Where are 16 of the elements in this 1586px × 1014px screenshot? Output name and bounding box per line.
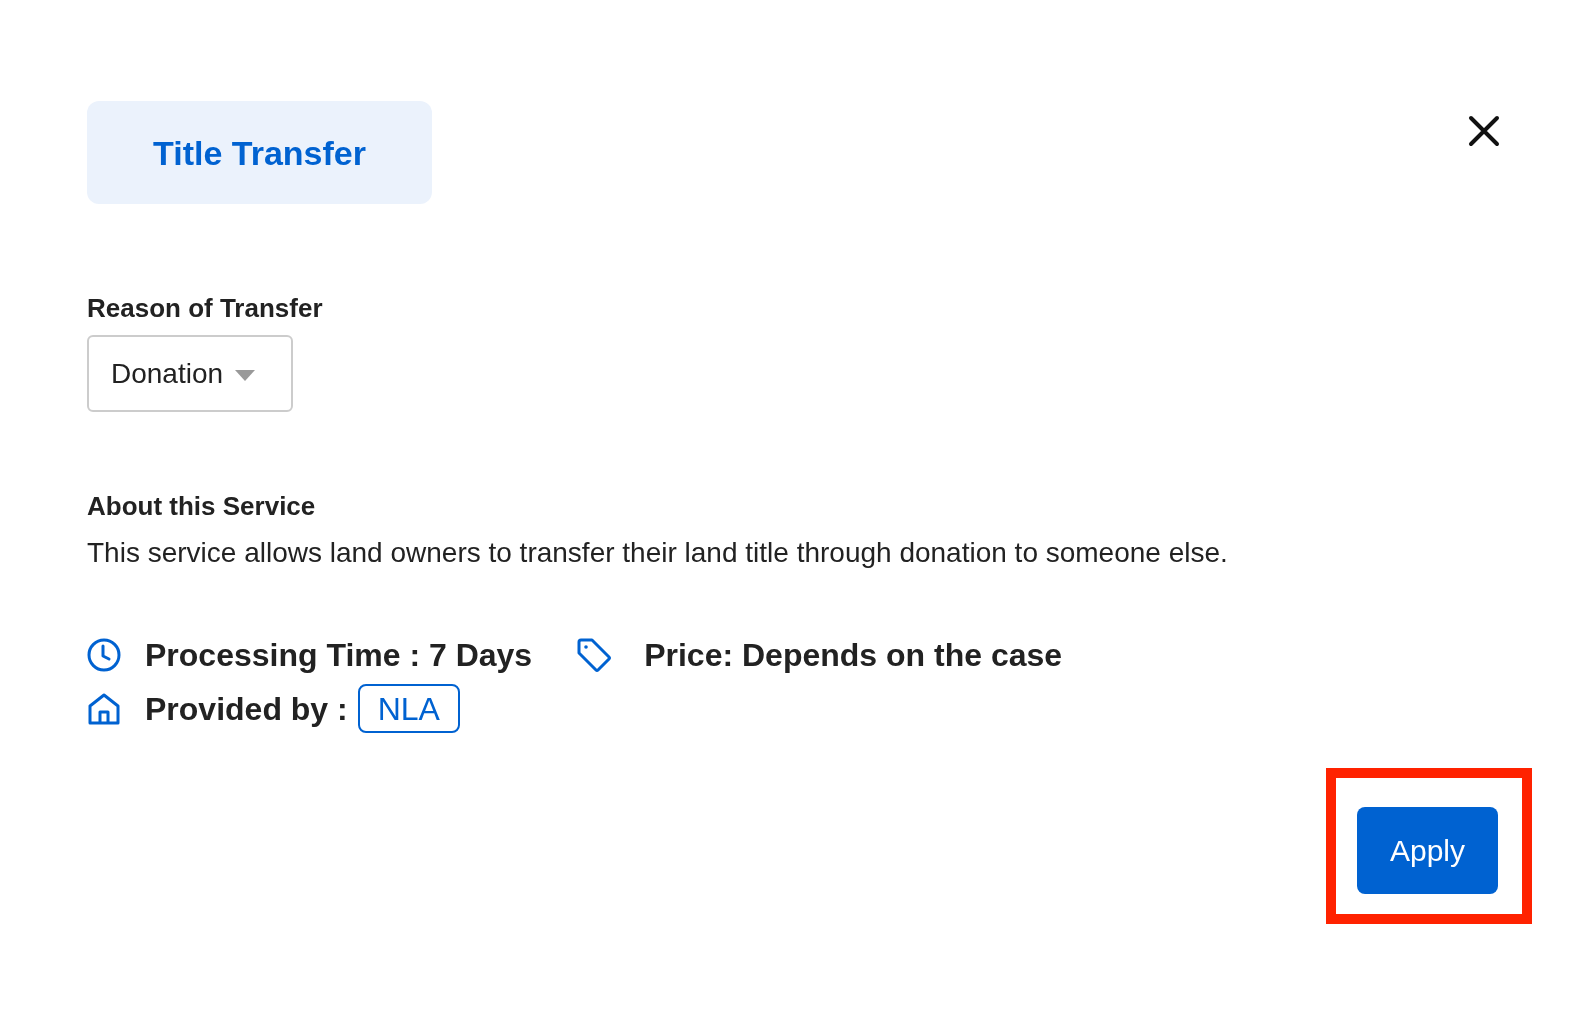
field-label: Reason of Transfer [87, 292, 323, 324]
service-description: This service allows land owners to transfer their land title through donation to someone else. [87, 537, 1228, 569]
caret-icon [235, 370, 256, 381]
price-text: Price: Depends on the case [644, 636, 1063, 675]
apply-button[interactable]: Apply [1357, 807, 1498, 894]
dialog-title: Title Transfer [153, 132, 366, 173]
house-icon [87, 691, 121, 726]
provider-badge: NLA [357, 684, 460, 733]
processing-time-text: Processing Time : 7 Days [145, 636, 533, 675]
section-heading: About this Service [87, 490, 316, 522]
provider-label: Provided by : [145, 689, 348, 729]
close-icon [1468, 115, 1500, 147]
tag-icon [576, 638, 613, 672]
clock-icon [87, 638, 121, 672]
close-button[interactable] [1467, 114, 1501, 148]
reason-dropdown[interactable]: Donation [87, 335, 293, 412]
